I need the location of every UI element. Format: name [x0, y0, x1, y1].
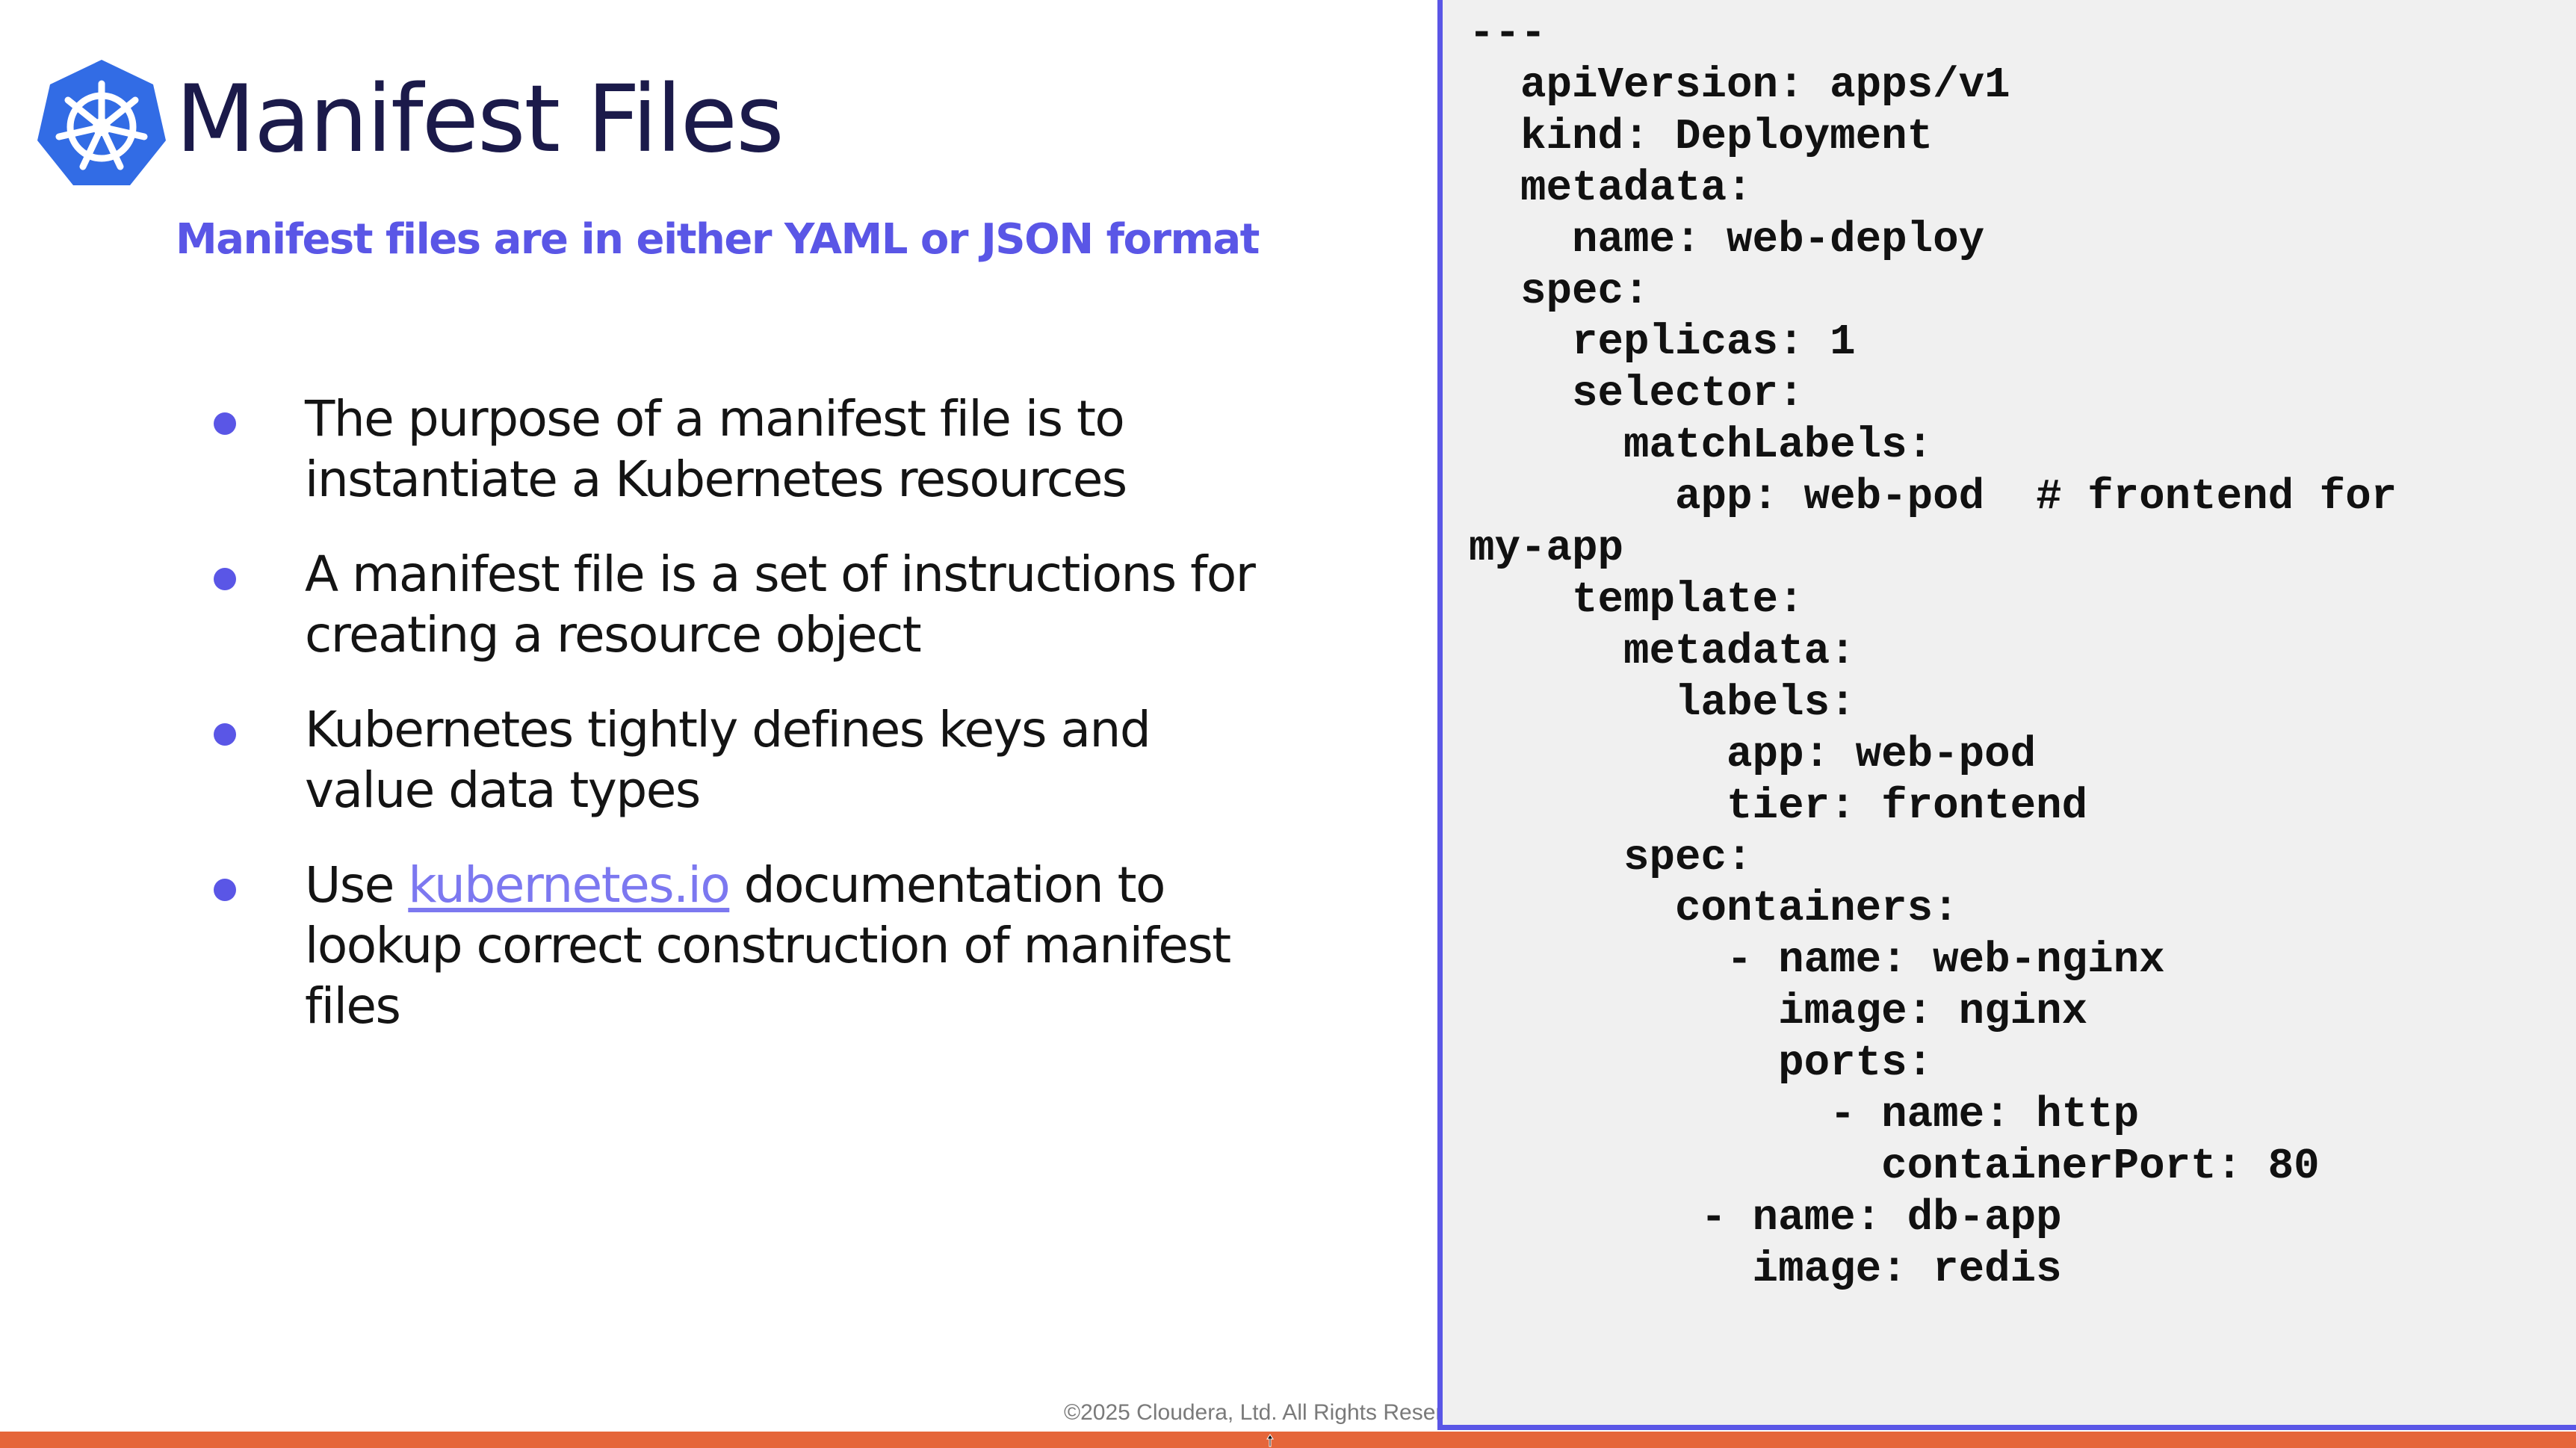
bullet-dot-icon	[214, 412, 236, 435]
bullet-text: files	[305, 977, 401, 1035]
bullet-text: Use	[305, 856, 409, 914]
bullet-item: Kubernetes tightly defines keys and valu…	[202, 699, 1263, 820]
yaml-code-block: --- apiVersion: apps/v1 kind: Deployment…	[1469, 10, 2397, 1294]
bullet-item: Use kubernetes.io documentation to looku…	[202, 855, 1263, 1036]
page-subtitle: Manifest files are in either YAML or JSO…	[176, 215, 1260, 264]
mouse-cursor-icon	[1266, 1434, 1274, 1447]
page-title: Manifest Files	[176, 66, 784, 173]
bullet-text: Kubernetes tightly defines keys and	[305, 701, 1151, 758]
code-panel: --- apiVersion: apps/v1 kind: Deployment…	[1437, 0, 2576, 1430]
bullet-item: The purpose of a manifest file is to ins…	[202, 389, 1263, 510]
kubernetes-io-link[interactable]: kubernetes.io	[408, 856, 731, 914]
bullet-text: documentation to	[729, 856, 1166, 914]
slide: Manifest Files Manifest files are in eit…	[0, 0, 2576, 1448]
bottom-accent-bar	[0, 1432, 2576, 1448]
bullet-text: lookup correct construction of manifest	[305, 917, 1231, 974]
bullet-dot-icon	[214, 723, 236, 746]
bullet-text: A manifest file is a set of instructions…	[305, 545, 1256, 603]
copyright-text: ©2025 Cloudera, Ltd. All Rights Reserved	[1064, 1400, 1437, 1425]
kubernetes-logo-icon	[37, 60, 166, 185]
bullet-text: value data types	[305, 761, 701, 819]
bullet-text: instantiate a Kubernetes resources	[305, 451, 1127, 508]
bullet-text: creating a resource object	[305, 606, 922, 663]
bullet-dot-icon	[214, 568, 236, 590]
bullet-text: The purpose of a manifest file is to	[305, 390, 1125, 448]
bullet-dot-icon	[214, 879, 236, 901]
bullet-item: A manifest file is a set of instructions…	[202, 544, 1263, 665]
bullet-list: The purpose of a manifest file is to ins…	[202, 389, 1263, 1071]
